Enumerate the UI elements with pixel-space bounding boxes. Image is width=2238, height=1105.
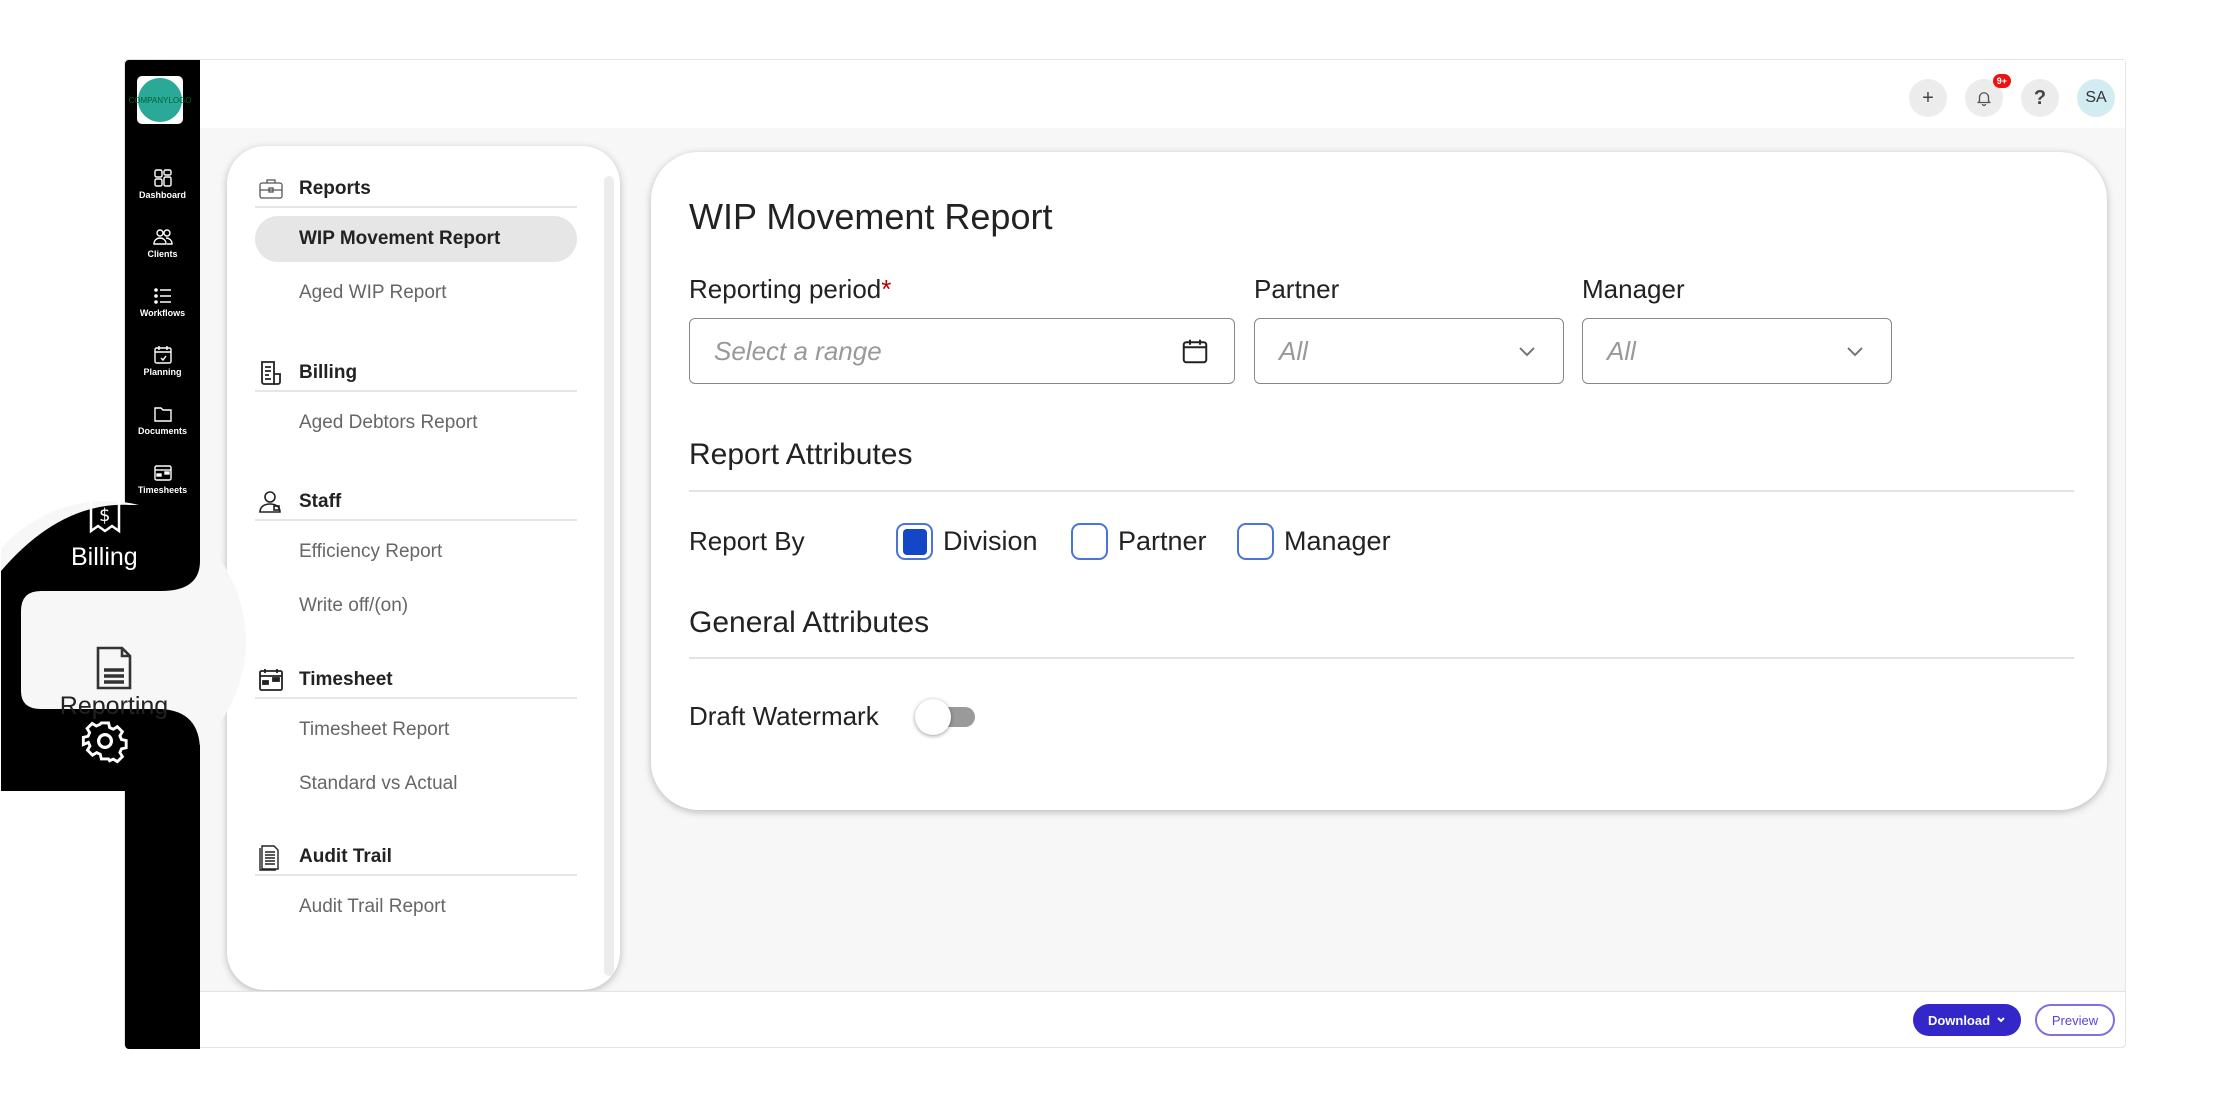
folder-icon <box>153 407 172 422</box>
calendar-icon[interactable] <box>1180 336 1210 366</box>
nav-group-title: Reports <box>299 178 371 199</box>
checkbox-label: Manager <box>1284 526 1391 556</box>
app-window: + 9+ ? SA Reports WIP Movement Report Ag… <box>1 59 2126 1049</box>
sidebar-item-clients[interactable]: Clients <box>125 227 200 259</box>
reporting-period-label: Reporting period* <box>689 274 892 304</box>
download-label: Download <box>1927 1012 1991 1028</box>
download-button[interactable]: Download <box>1913 1004 2021 1036</box>
nav-item-aged-debtors-report[interactable]: Aged Debtors Report <box>255 400 577 446</box>
nav-group-audit-trail: Audit Trail Audit Trail Report <box>255 840 577 930</box>
report-attributes-title: Report Attributes <box>689 438 913 471</box>
sidebar-item-planning[interactable]: Planning <box>125 345 200 377</box>
page-title: WIP Movement Report <box>689 196 1053 237</box>
sidebar-magnifier: $ Billing Reporting <box>1 501 361 791</box>
report-by-label: Report By <box>689 526 805 556</box>
draft-watermark-label: Draft Watermark <box>689 701 879 731</box>
company-logo[interactable]: COMPANY LOGO <box>129 76 192 124</box>
sidebar-item-workflows[interactable]: Workflows <box>125 286 200 318</box>
avatar-initials: SA <box>2085 89 2107 106</box>
reporting-period-placeholder: Select a range <box>714 335 882 366</box>
required-asterisk: * <box>881 274 892 304</box>
planning-icon <box>153 346 172 364</box>
workflows-icon <box>153 288 171 304</box>
partner-select-value: All <box>1279 335 1308 366</box>
checkbox-unchecked[interactable] <box>1071 523 1108 560</box>
manager-select[interactable]: All <box>1582 318 1892 384</box>
checkbox-label: Division <box>943 526 1038 556</box>
help-icon: ? <box>2033 86 2047 109</box>
sidebar-item-label: Planning <box>143 367 182 377</box>
plus-icon: + <box>1922 86 1934 109</box>
manager-label: Manager <box>1582 274 1685 304</box>
report-by-partner-checkbox[interactable]: Partner <box>1071 523 1207 560</box>
nav-group-billing: Billing Aged Debtors Report <box>255 356 577 446</box>
reporting-period-input[interactable]: Select a range <box>689 318 1235 384</box>
footer-bar: Download Preview <box>200 991 2125 1047</box>
sidebar-item-label: Timesheets <box>137 485 188 495</box>
checkbox-unchecked[interactable] <box>1237 523 1274 560</box>
nav-item-aged-wip-report[interactable]: Aged WIP Report <box>255 270 577 316</box>
sidebar-item-timesheets[interactable]: Timesheets <box>125 463 200 495</box>
divider <box>689 490 2074 492</box>
sidebar-item-dashboard[interactable]: Dashboard <box>125 168 200 200</box>
preview-button[interactable]: Preview <box>2035 1004 2115 1036</box>
checkbox-label: Partner <box>1118 526 1207 556</box>
timesheets-icon <box>153 465 172 481</box>
chevron-down-icon <box>1847 347 1863 357</box>
report-by-division-checkbox[interactable]: Division <box>896 523 1038 560</box>
svg-text:$: $ <box>99 505 110 526</box>
help-button[interactable]: ? <box>2021 79 2059 117</box>
dashboard-icon <box>153 169 172 187</box>
sidebar-item-documents[interactable]: Documents <box>125 404 200 436</box>
partner-label: Partner <box>1254 274 1340 304</box>
chevron-down-icon <box>1519 347 1535 357</box>
nav-item-wip-movement-report[interactable]: WIP Movement Report <box>255 216 577 262</box>
user-avatar[interactable]: SA <box>2077 79 2115 117</box>
partner-select[interactable]: All <box>1254 318 1564 384</box>
report-document-icon <box>96 646 132 690</box>
briefcase-icon <box>255 178 299 200</box>
gear-icon[interactable] <box>81 717 129 770</box>
manager-select-value: All <box>1607 335 1636 366</box>
report-settings-card: WIP Movement Report Reporting period* Se… <box>651 152 2107 810</box>
top-bar: + 9+ ? SA <box>200 60 2125 128</box>
checkbox-checked[interactable] <box>896 523 933 560</box>
add-button[interactable]: + <box>1909 79 1947 117</box>
nav-group-reports: Reports WIP Movement Report Aged WIP Rep… <box>255 172 577 316</box>
clients-icon <box>152 229 173 245</box>
billing-icon: $ <box>87 501 123 540</box>
invoice-icon <box>255 360 299 386</box>
divider <box>689 657 2074 659</box>
audit-document-icon <box>255 843 299 871</box>
bell-icon <box>1977 92 1991 107</box>
chevron-down-icon <box>1997 1017 2005 1023</box>
nav-group-title: Billing <box>299 362 358 383</box>
sidebar-item-label: Clients <box>147 249 178 259</box>
nav-scrollbar[interactable] <box>604 176 614 976</box>
notification-badge: 9+ <box>1992 74 2011 88</box>
nav-item-audit-trail-report[interactable]: Audit Trail Report <box>255 884 577 930</box>
toggle-knob <box>915 699 951 735</box>
report-by-manager-checkbox[interactable]: Manager <box>1237 523 1391 560</box>
bubble-billing-label[interactable]: Billing <box>71 543 138 572</box>
notifications-button[interactable]: 9+ <box>1965 74 2011 117</box>
nav-group-title: Audit Trail <box>299 846 392 867</box>
sidebar-item-label: Documents <box>137 426 187 436</box>
sidebar-item-label: Workflows <box>139 308 186 318</box>
sidebar-item-label: Dashboard <box>138 190 186 200</box>
draft-watermark-toggle[interactable] <box>915 699 979 735</box>
general-attributes-title: General Attributes <box>689 606 930 639</box>
sidebar-item-reporting[interactable]: Reporting <box>35 646 193 721</box>
